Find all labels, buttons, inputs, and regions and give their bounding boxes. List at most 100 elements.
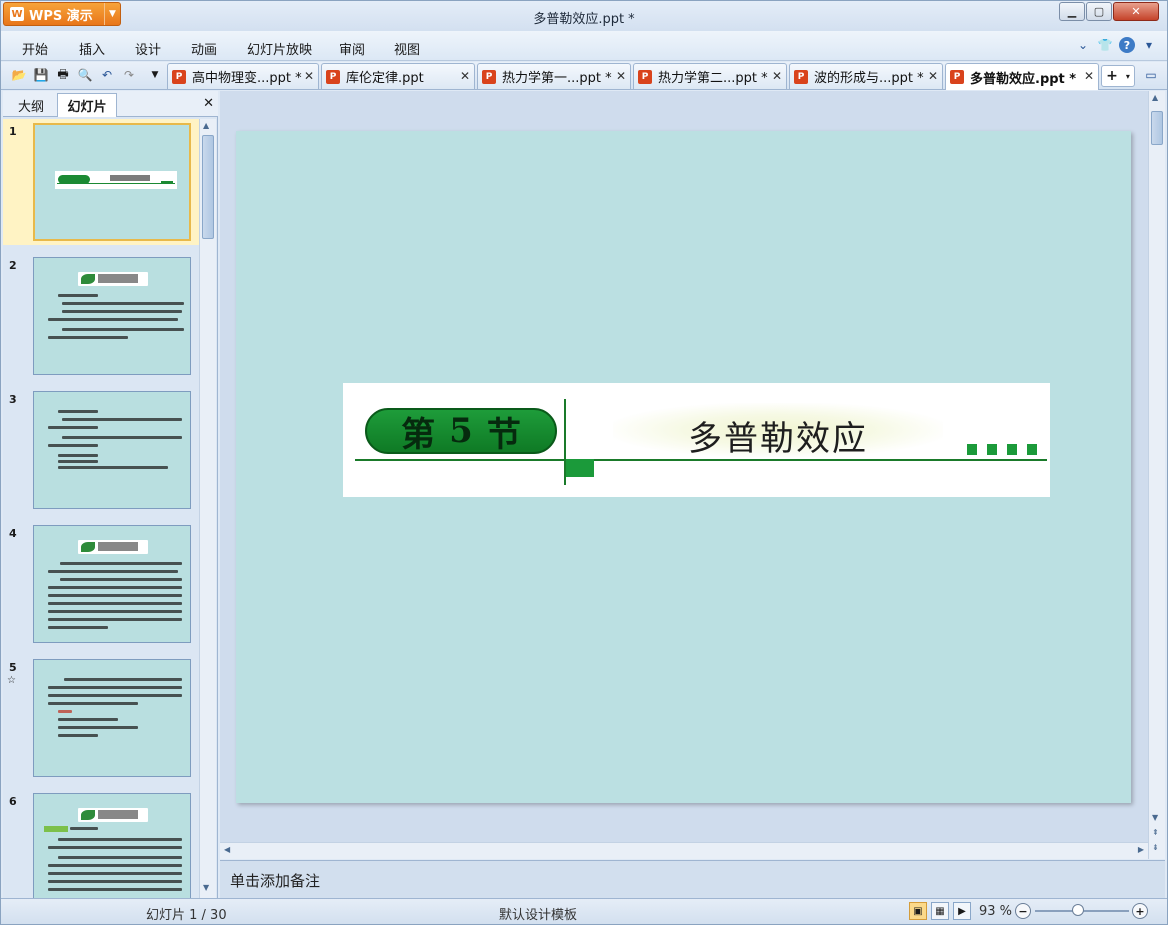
chevron-down-icon[interactable]: ⌄ <box>1075 37 1091 53</box>
doc-tab-4[interactable]: P 热力学第二...ppt * ✕ <box>633 63 787 89</box>
quick-toolbar: 📂 💾 🖶 🔍 ↶ ↷ ▼ P 高中物理变...ppt * ✕ P 库伦定律.p… <box>1 62 1167 90</box>
title-banner[interactable]: 第 5 节 多普勒效应 <box>343 383 1050 497</box>
menu-home[interactable]: 开始 <box>22 39 48 58</box>
close-icon[interactable]: ✕ <box>203 96 214 111</box>
tab-outline[interactable]: 大纲 <box>7 93 55 117</box>
scroll-right-icon[interactable]: ▶ <box>1138 845 1144 854</box>
window-list-icon[interactable]: ▭ <box>1143 67 1159 83</box>
close-icon[interactable]: ✕ <box>928 69 938 83</box>
print-preview-icon[interactable]: 🔍 <box>77 67 93 83</box>
close-icon[interactable]: ✕ <box>460 69 470 83</box>
thumbnail-item[interactable]: 5 ☆ <box>3 655 199 781</box>
slide-sorter-icon[interactable]: ▦ <box>931 902 949 920</box>
slide-canvas[interactable]: 第 5 节 多普勒效应 <box>236 131 1131 803</box>
menu-design[interactable]: 设计 <box>135 39 161 58</box>
slide-panel: 大纲 幻灯片 ✕ 1 2 3 4 5 ☆ 6 ▲ ▼ <box>3 91 218 898</box>
normal-view-icon[interactable]: ▣ <box>909 902 927 920</box>
vertical-scrollbar[interactable]: ▲ ▼ ⇞ ⇟ <box>1148 91 1165 859</box>
scroll-up-icon[interactable]: ▲ <box>203 121 209 130</box>
redo-icon[interactable]: ↷ <box>121 67 137 83</box>
prev-slide-icon[interactable]: ⇞ <box>1152 828 1159 837</box>
slide-thumbnail[interactable] <box>33 525 191 643</box>
undo-icon[interactable]: ↶ <box>99 67 115 83</box>
next-slide-icon[interactable]: ⇟ <box>1152 843 1159 852</box>
menu-insert[interactable]: 插入 <box>79 39 105 58</box>
section-badge: 第 5 节 <box>365 408 557 455</box>
close-icon[interactable]: ✕ <box>304 69 314 83</box>
doc-tab-5[interactable]: P 波的形成与...ppt * ✕ <box>789 63 943 89</box>
doc-tab-2[interactable]: P 库伦定律.ppt ✕ <box>321 63 475 89</box>
scroll-left-icon[interactable]: ◀ <box>224 845 230 854</box>
ppt-file-icon: P <box>482 69 496 84</box>
zoom-slider-thumb[interactable] <box>1072 904 1084 916</box>
thumbnail-number: 6 <box>9 795 17 808</box>
zoom-in-button[interactable]: + <box>1132 903 1148 919</box>
slideshow-icon[interactable]: ▶ <box>953 902 971 920</box>
ppt-file-icon: P <box>172 69 186 84</box>
horizontal-scrollbar[interactable]: ◀ ▶ <box>220 842 1148 859</box>
scrollbar-thumb[interactable] <box>202 135 214 239</box>
doc-tab-label: 热力学第二...ppt * <box>658 71 768 86</box>
thumbnail-item[interactable]: 6 <box>3 789 199 898</box>
open-folder-icon[interactable]: 📂 <box>11 67 27 83</box>
maximize-button[interactable]: ▢ <box>1086 2 1112 21</box>
menu-animation[interactable]: 动画 <box>191 39 217 58</box>
slide-counter: 幻灯片 1 / 30 <box>146 908 227 923</box>
doc-tab-active[interactable]: P 多普勒效应.ppt * ✕ <box>945 63 1099 90</box>
print-icon[interactable]: 🖶 <box>55 67 71 83</box>
menu-slideshow[interactable]: 幻灯片放映 <box>247 39 312 58</box>
thumbnail-number: 4 <box>9 527 17 540</box>
help-dropdown-icon[interactable]: ▾ <box>1141 37 1157 53</box>
customize-toolbar-icon[interactable]: ▼ <box>147 67 163 83</box>
slide-thumbnail[interactable] <box>33 793 191 898</box>
thumbnail-list: 1 2 3 4 5 ☆ 6 <box>3 119 199 898</box>
scroll-down-icon[interactable]: ▼ <box>203 883 209 892</box>
menu-view[interactable]: 视图 <box>394 39 420 58</box>
save-icon[interactable]: 💾 <box>33 67 49 83</box>
accent-box <box>566 459 594 477</box>
slide-thumbnail[interactable] <box>33 391 191 509</box>
slide-title[interactable]: 多普勒效应 <box>613 411 943 460</box>
help-icon[interactable]: ? <box>1119 37 1135 53</box>
slide-thumbnail[interactable] <box>33 257 191 375</box>
thumbnail-number: 2 <box>9 259 17 272</box>
new-tab-button[interactable]: + ▾ <box>1101 65 1135 87</box>
doc-tab-label: 高中物理变...ppt * <box>192 71 302 86</box>
plus-icon: + <box>1106 68 1118 84</box>
menu-review[interactable]: 审阅 <box>339 39 365 58</box>
close-window-button[interactable]: ✕ <box>1113 2 1159 21</box>
skin-shirt-icon[interactable]: 👕 <box>1097 37 1113 53</box>
doc-tab-label: 多普勒效应.ppt * <box>970 71 1077 87</box>
doc-tab-1[interactable]: P 高中物理变...ppt * ✕ <box>167 63 319 89</box>
notes-placeholder[interactable]: 单击添加备注 <box>230 870 320 891</box>
zoom-level[interactable]: 93 % <box>979 904 1012 919</box>
slide-thumbnail[interactable] <box>33 123 191 241</box>
scroll-down-icon[interactable]: ▼ <box>1152 813 1158 822</box>
app-window: W WPS 演示 ▼ 多普勒效应.ppt * ▁ ▢ ✕ 开始 插入 设计 动画… <box>0 0 1168 925</box>
thumbnail-scrollbar[interactable]: ▲ ▼ <box>199 119 216 898</box>
close-icon[interactable]: ✕ <box>772 69 782 83</box>
section-label: 第 <box>401 414 436 455</box>
thumbnail-item[interactable]: 1 <box>3 119 199 245</box>
close-icon[interactable]: ✕ <box>616 69 626 83</box>
slide-thumbnail[interactable] <box>33 659 191 777</box>
zoom-out-button[interactable]: − <box>1015 903 1031 919</box>
scroll-up-icon[interactable]: ▲ <box>1152 93 1158 102</box>
tab-slides[interactable]: 幻灯片 <box>57 93 117 117</box>
thumbnail-item[interactable]: 2 <box>3 253 199 379</box>
panel-tabs: 大纲 幻灯片 ✕ <box>3 91 218 117</box>
notes-pane[interactable]: 单击添加备注 <box>220 860 1165 898</box>
ppt-file-icon: P <box>950 70 964 84</box>
scrollbar-thumb[interactable] <box>1151 111 1163 145</box>
ppt-file-icon: P <box>794 69 808 84</box>
thumbnail-number: 1 <box>9 125 17 138</box>
thumbnail-item[interactable]: 3 <box>3 387 199 513</box>
animation-star-icon: ☆ <box>7 675 16 686</box>
minimize-button[interactable]: ▁ <box>1059 2 1085 21</box>
thumbnail-item[interactable]: 4 <box>3 521 199 647</box>
close-icon[interactable]: ✕ <box>1084 69 1094 83</box>
section-label: 节 <box>486 414 521 455</box>
template-name[interactable]: 默认设计模板 <box>499 904 577 923</box>
doc-tab-3[interactable]: P 热力学第一...ppt * ✕ <box>477 63 631 89</box>
section-number: 5 <box>449 411 473 451</box>
